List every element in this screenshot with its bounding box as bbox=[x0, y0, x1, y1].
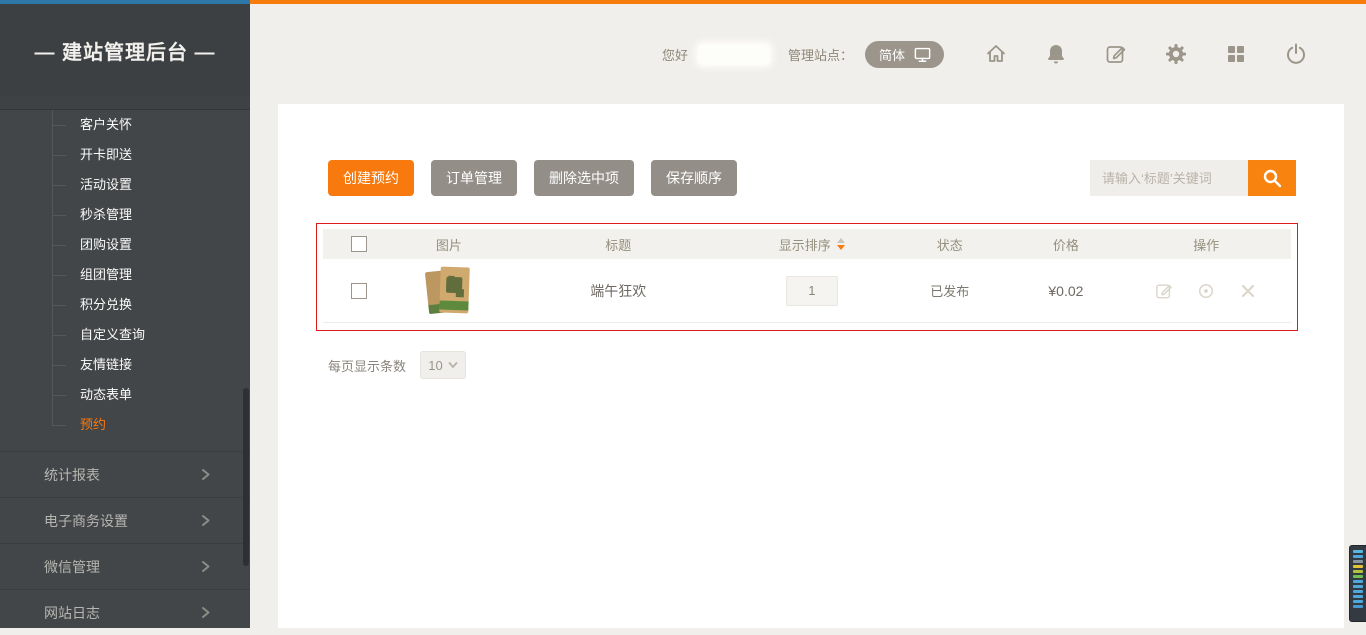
table-annotation-highlight: 图片 标题 显示排序 状态 价格 操作 bbox=[316, 223, 1298, 331]
table-row: 端午狂欢 已发布 ¥0.02 bbox=[323, 259, 1291, 323]
sidebar-section-site-logs[interactable]: 网站日志 bbox=[0, 589, 250, 635]
chevron-right-icon bbox=[199, 606, 212, 619]
sidebar-submenu: 客户关怀 开卡即送 活动设置 秒杀管理 团购设置 组团管理 积分兑换 自定义查询… bbox=[0, 110, 250, 440]
sort-up-arrow[interactable] bbox=[837, 238, 845, 243]
greeting-text: 您好 bbox=[662, 45, 688, 64]
sidebar-item-dynamic-forms[interactable]: 动态表单 bbox=[0, 380, 250, 410]
username-redacted bbox=[698, 44, 770, 65]
column-header-sort: 显示排序 bbox=[779, 235, 831, 254]
per-page-select[interactable]: 10 bbox=[420, 351, 466, 379]
delete-selected-button[interactable]: 删除选中项 bbox=[534, 160, 634, 196]
sidebar-item-custom-query[interactable]: 自定义查询 bbox=[0, 320, 250, 350]
sidebar-item-group-manage[interactable]: 组团管理 bbox=[0, 260, 250, 290]
language-pill-button[interactable]: 简体 bbox=[865, 41, 944, 68]
gear-icon[interactable] bbox=[1164, 42, 1188, 66]
apps-grid-icon[interactable] bbox=[1224, 42, 1248, 66]
search-button[interactable] bbox=[1248, 160, 1296, 196]
sidebar-item-customer-care[interactable]: 客户关怀 bbox=[0, 110, 250, 140]
sidebar-item-points-exchange[interactable]: 积分兑换 bbox=[0, 290, 250, 320]
language-label: 简体 bbox=[879, 45, 905, 64]
column-header-status: 状态 bbox=[889, 235, 1010, 254]
create-booking-button[interactable]: 创建预约 bbox=[328, 160, 414, 196]
content-card: 创建预约 订单管理 删除选中项 保存顺序 图片 标题 显示排序 bbox=[278, 104, 1344, 628]
app-title: — 建站管理后台 — bbox=[0, 4, 250, 96]
per-page-label: 每页显示条数 bbox=[328, 356, 406, 375]
pagination: 每页显示条数 10 bbox=[328, 351, 1344, 379]
sidebar-item-booking[interactable]: 预约 bbox=[0, 410, 250, 440]
column-header-image: 图片 bbox=[396, 235, 502, 254]
section-label: 统计报表 bbox=[44, 465, 100, 485]
chevron-right-icon bbox=[199, 468, 212, 481]
row-status: 已发布 bbox=[889, 281, 1010, 300]
home-icon[interactable] bbox=[984, 42, 1008, 66]
sidebar-item-activity-settings[interactable]: 活动设置 bbox=[0, 170, 250, 200]
select-all-checkbox[interactable] bbox=[351, 236, 367, 252]
sort-order-input[interactable] bbox=[786, 276, 838, 306]
sidebar-section-stats-report[interactable]: 统计报表 bbox=[0, 451, 250, 497]
row-title: 端午狂欢 bbox=[502, 281, 734, 301]
toolbar: 创建预约 订单管理 删除选中项 保存顺序 bbox=[328, 160, 1296, 196]
sidebar-item-seckill[interactable]: 秒杀管理 bbox=[0, 200, 250, 230]
section-label: 网站日志 bbox=[44, 603, 100, 623]
per-page-value: 10 bbox=[428, 358, 442, 373]
table-header-row: 图片 标题 显示排序 状态 价格 操作 bbox=[323, 229, 1291, 259]
product-thumbnail[interactable] bbox=[424, 266, 474, 316]
column-header-price: 价格 bbox=[1010, 235, 1121, 254]
save-order-button[interactable]: 保存顺序 bbox=[651, 160, 737, 196]
chevron-right-icon bbox=[199, 560, 212, 573]
chevron-right-icon bbox=[199, 514, 212, 527]
edit-icon[interactable] bbox=[1154, 281, 1174, 301]
delete-icon[interactable] bbox=[1238, 281, 1258, 301]
sort-down-arrow[interactable] bbox=[837, 245, 845, 250]
sidebar-section-ecommerce-settings[interactable]: 电子商务设置 bbox=[0, 497, 250, 543]
sidebar-scrollbar[interactable] bbox=[243, 388, 249, 566]
package-image-front bbox=[439, 266, 470, 313]
column-header-actions: 操作 bbox=[1122, 235, 1291, 254]
manage-site-label: 管理站点： bbox=[788, 45, 853, 64]
row-price: ¥0.02 bbox=[1010, 283, 1121, 299]
section-label: 电子商务设置 bbox=[44, 511, 128, 531]
chevron-down-icon bbox=[448, 360, 458, 370]
sidebar-parent-item-strip bbox=[0, 96, 250, 110]
column-header-title: 标题 bbox=[502, 235, 734, 254]
minimap-widget[interactable] bbox=[1349, 545, 1366, 622]
section-label: 微信管理 bbox=[44, 557, 100, 577]
power-icon[interactable] bbox=[1284, 42, 1308, 66]
view-icon[interactable] bbox=[1196, 281, 1216, 301]
sidebar-item-card-gift[interactable]: 开卡即送 bbox=[0, 140, 250, 170]
magnifier-icon bbox=[1260, 166, 1284, 190]
sidebar-item-friend-links[interactable]: 友情链接 bbox=[0, 350, 250, 380]
row-checkbox[interactable] bbox=[351, 283, 367, 299]
sidebar: — 建站管理后台 — 客户关怀 开卡即送 活动设置 秒杀管理 团购设置 组团管理… bbox=[0, 0, 250, 628]
search-group bbox=[1090, 160, 1296, 196]
compose-icon[interactable] bbox=[1104, 42, 1128, 66]
sidebar-sections: 统计报表 电子商务设置 微信管理 网站日志 bbox=[0, 451, 250, 635]
sort-up-down-icon[interactable] bbox=[837, 238, 845, 250]
order-manage-button[interactable]: 订单管理 bbox=[431, 160, 517, 196]
header: 您好 管理站点： 简体 bbox=[250, 4, 1366, 104]
search-input[interactable] bbox=[1090, 160, 1248, 196]
monitor-icon bbox=[913, 45, 932, 64]
sidebar-section-wechat-manage[interactable]: 微信管理 bbox=[0, 543, 250, 589]
sidebar-item-group-buy[interactable]: 团购设置 bbox=[0, 230, 250, 260]
header-icon-group bbox=[984, 42, 1308, 66]
bell-icon[interactable] bbox=[1044, 42, 1068, 66]
